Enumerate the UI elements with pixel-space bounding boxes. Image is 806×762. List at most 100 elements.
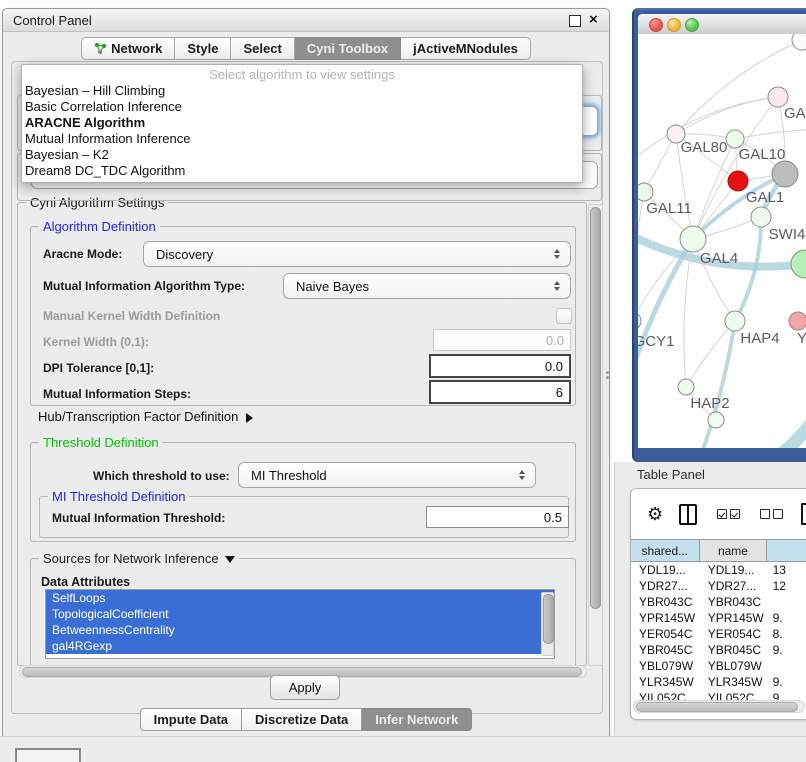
table-cell: YBR045C [700, 642, 768, 658]
tab-jactivemnodules[interactable]: jActiveMNodules [401, 37, 531, 60]
network-node[interactable] [638, 183, 653, 201]
dropdown-item[interactable]: Dream8 DC_TDC Algorithm [22, 163, 582, 179]
settings-scrollbar-thumb[interactable] [590, 207, 601, 609]
column-header-partial[interactable] [767, 540, 806, 561]
kernel-width-label: Kernel Width (0,1): [43, 335, 149, 349]
sources-title[interactable]: Sources for Network Inference [39, 551, 239, 566]
settings-vertical-scrollbar[interactable] [588, 204, 603, 666]
table-row[interactable]: YLR345WYLR345W9. [631, 674, 806, 690]
mi-threshold-field[interactable]: 0.5 [426, 506, 569, 528]
attribute-item-selected[interactable]: TopologicalCoefficient [46, 606, 554, 622]
column-header-name[interactable]: name [700, 540, 768, 561]
manual-kernel-width-checkbox[interactable] [556, 308, 572, 324]
table-cell: YBL079W [700, 658, 768, 674]
table-hscrollbar-thumb[interactable] [636, 702, 798, 712]
table-body: YDL19...YDL19...13YDR27...YDR27...12YBR0… [631, 562, 806, 700]
network-node[interactable] [708, 412, 724, 428]
tab-select[interactable]: Select [231, 37, 294, 60]
column-header-shared-name[interactable]: shared... [631, 540, 700, 561]
dropdown-item[interactable]: Bayesian – Hill Climbing [22, 83, 582, 99]
sources-title-label: Sources for Network Inference [43, 551, 219, 566]
dropdown-item[interactable]: Mutual Information Inference [22, 131, 582, 147]
dropdown-item[interactable]: Basic Correlation Inference [22, 99, 582, 115]
apply-button[interactable]: Apply [270, 675, 340, 700]
network-node-label: SWI4 [769, 226, 806, 243]
network-window-titlebar[interactable] [638, 14, 806, 35]
table-row[interactable]: YPR145WYPR145W9. [631, 610, 806, 626]
zoom-traffic-light[interactable] [685, 18, 699, 32]
network-node[interactable] [751, 207, 771, 227]
table-cell: YDL19... [631, 562, 700, 578]
attributes-list-scrollbar[interactable] [541, 592, 554, 656]
tab-infer-network[interactable]: Infer Network [362, 708, 472, 731]
table-cell: YBR045C [631, 642, 700, 658]
network-canvas[interactable]: GALGAL80GAL10GAL1GAL11SWI4GAL4GCY1HAP4YH… [638, 34, 806, 448]
deselect-all-checkboxes-icon[interactable] [760, 509, 783, 519]
network-node[interactable] [725, 311, 745, 331]
table-row[interactable]: YBL079WYBL079W [631, 658, 806, 674]
gear-icon[interactable]: ⚙ [647, 504, 663, 525]
which-threshold-combo[interactable]: MI Threshold [238, 462, 536, 488]
table-row[interactable]: YIL052CYIL052C9. [631, 690, 806, 700]
tab-impute-data[interactable]: Impute Data [140, 708, 242, 731]
mi-steps-field[interactable]: 6 [429, 380, 571, 404]
tab-style-label: Style [187, 38, 218, 59]
network-edge[interactable] [696, 321, 735, 448]
network-node[interactable] [792, 34, 806, 50]
hub-tf-definition-toggle[interactable]: Hub/Transcription Factor Definition [38, 409, 253, 424]
tab-discretize-data[interactable]: Discretize Data [242, 708, 362, 731]
kernel-width-field[interactable]: 0.0 [433, 329, 571, 351]
tab-cyni-toolbox-label: Cyni Toolbox [307, 38, 388, 59]
document-icon[interactable] [801, 503, 806, 525]
tab-network[interactable]: Network [81, 37, 175, 60]
table-horizontal-scrollbar[interactable] [633, 700, 805, 713]
table-row[interactable]: YER054CYER054C8. [631, 626, 806, 642]
dpi-tolerance-field[interactable]: 0.0 [429, 354, 571, 378]
tab-style[interactable]: Style [175, 37, 231, 60]
network-node[interactable] [680, 226, 706, 252]
network-node[interactable] [772, 161, 798, 187]
panel-splitter-handle[interactable] [606, 371, 609, 374]
network-node[interactable] [768, 87, 788, 107]
tab-cyni-toolbox[interactable]: Cyni Toolbox [295, 37, 401, 60]
network-node[interactable] [638, 312, 641, 330]
table-row[interactable]: YDL19...YDL19...13 [631, 562, 806, 578]
attribute-item-selected[interactable]: BetweennessCentrality [46, 622, 554, 638]
close-traffic-light[interactable] [649, 18, 663, 32]
network-node[interactable] [678, 379, 694, 395]
network-node[interactable] [791, 250, 806, 278]
mi-threshold-label: Mutual Information Threshold: [52, 511, 225, 525]
network-edge[interactable] [676, 97, 778, 134]
mi-threshold-definition-title: MI Threshold Definition [48, 489, 189, 504]
which-threshold-label: Which threshold to use: [93, 469, 230, 483]
network-node[interactable] [728, 171, 748, 191]
table-row[interactable]: YDR27...YDR27...12 [631, 578, 806, 594]
manual-kernel-width-label: Manual Kernel Width Definition [43, 309, 220, 323]
dropdown-item-selected[interactable]: ARACNE Algorithm [22, 115, 582, 131]
aracne-mode-combo[interactable]: Discovery [143, 241, 571, 267]
attributes-scrollbar-thumb[interactable] [543, 594, 554, 644]
attribute-item-selected[interactable]: SelfLoops [46, 590, 554, 606]
table-row[interactable]: YBR045CYBR045C9. [631, 642, 806, 658]
algorithm-dropdown: Select algorithm to view settings Bayesi… [21, 64, 583, 183]
dropdown-item[interactable]: Bayesian – K2 [22, 147, 582, 163]
table-cell: 8. [768, 626, 806, 642]
column-view-icon[interactable] [679, 504, 697, 525]
select-all-checkboxes-icon[interactable] [717, 509, 740, 519]
table-row[interactable]: YBR043CYBR043C [631, 594, 806, 610]
control-panel-titlebar[interactable]: Control Panel × [3, 9, 609, 32]
attribute-item-selected[interactable]: gal4RGexp [46, 638, 554, 654]
collapsed-arrow-icon [246, 413, 253, 423]
network-node[interactable] [789, 312, 806, 330]
network-edge[interactable] [644, 134, 676, 192]
table-cell: YIL052C [700, 690, 768, 700]
float-window-icon[interactable] [569, 15, 581, 27]
network-edge[interactable] [723, 394, 806, 448]
mi-algorithm-type-combo[interactable]: Naive Bayes [283, 273, 571, 299]
close-icon[interactable]: × [589, 11, 598, 28]
network-edge[interactable] [735, 129, 806, 139]
minimize-traffic-light[interactable] [667, 18, 681, 32]
collapsed-panel-fragment[interactable] [15, 748, 81, 762]
combo-arrows-icon [548, 249, 570, 259]
table-cell: YER054C [631, 626, 700, 642]
